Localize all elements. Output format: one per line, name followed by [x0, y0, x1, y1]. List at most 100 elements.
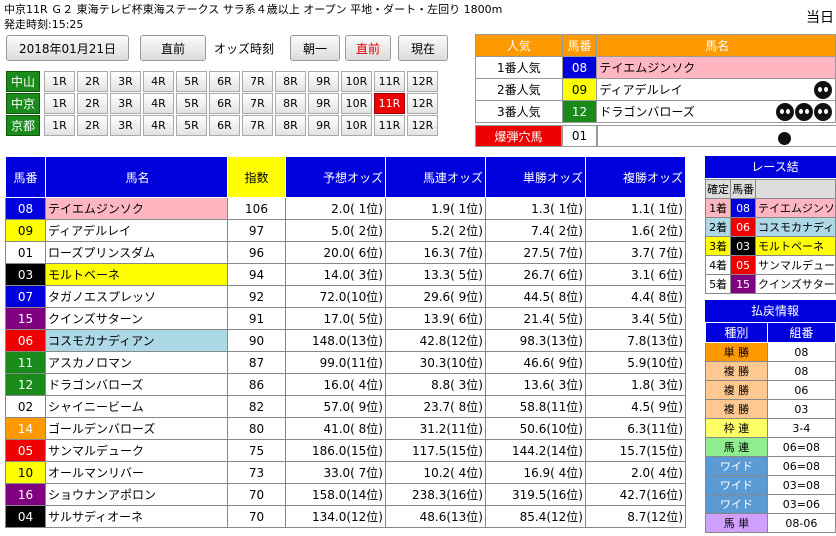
payout-combo: 3-4 [766, 418, 836, 438]
dark-horse-label: 爆弾穴馬 [475, 125, 562, 147]
prev-race-button[interactable]: 直前 [140, 35, 206, 61]
result-horse-name: モルトベーネ [754, 236, 836, 256]
race-button[interactable]: 11R [374, 93, 405, 114]
payout-type: ワイド [705, 475, 768, 495]
race-button[interactable]: 3R [110, 115, 141, 136]
odds-time-button-1[interactable]: 直前 [345, 35, 391, 61]
pop-horse-name: ディアデルレイ [596, 78, 836, 101]
race-button[interactable]: 10R [341, 71, 372, 92]
speed-index: 90 [227, 329, 286, 352]
race-button[interactable]: 9R [308, 93, 339, 114]
speed-index: 96 [227, 241, 286, 264]
payout-row: ワイド 03=06 [705, 494, 836, 514]
result-row: 2着 06 コスモカナディ [704, 217, 836, 237]
odds-cell: 1.9( 1位) [385, 197, 486, 220]
payout-title: 払戻情報 [705, 300, 836, 322]
race-button[interactable]: 4R [143, 115, 174, 136]
skull-icon [776, 103, 794, 121]
race-button[interactable]: 4R [143, 93, 174, 114]
odds-time-button-0[interactable]: 朝一 [290, 35, 340, 61]
race-button[interactable]: 1R [44, 115, 75, 136]
race-button[interactable]: 2R [77, 115, 108, 136]
table-row: 15 クインズサターン 91 17.0( 5位) 13.9( 6位) 21.4( 5位) 3… [5, 307, 686, 330]
result-horse-no: 06 [730, 217, 756, 237]
race-button[interactable]: 3R [110, 93, 141, 114]
payout-type: 複 勝 [705, 361, 768, 381]
table-row: 02 シャイニービーム 82 57.0( 9位) 23.7( 8位) 58.8(11位) 4… [5, 395, 686, 418]
race-button[interactable]: 8R [275, 115, 306, 136]
race-button[interactable]: 9R [308, 115, 339, 136]
pop-horse-no: 12 [561, 100, 598, 123]
odds-time-button-2[interactable]: 現在 [398, 35, 448, 61]
odds-cell: 31.2(11位) [385, 417, 486, 440]
race-button[interactable]: 11R [374, 71, 405, 92]
horse-number: 15 [5, 307, 46, 330]
odds-cell: 16.0( 4位) [285, 373, 386, 396]
odds-cell: 1.3( 1位) [485, 197, 586, 220]
race-button[interactable]: 1R [44, 93, 75, 114]
speed-index: 75 [227, 439, 286, 462]
table-row: 04 サルサディオーネ 70 134.0(12位) 48.6(13位) 85.4(12位)… [5, 505, 686, 528]
horse-name: タガノエスプレッソ [45, 285, 228, 308]
venue-row: 京都 1R 2R 3R 4R 5R 6R 7R 8R 9R 10R 11R 12R [6, 115, 440, 136]
race-button[interactable]: 12R [407, 93, 438, 114]
result-header-name [754, 179, 836, 199]
race-button[interactable]: 6R [209, 93, 240, 114]
horse-name: サルサディオーネ [45, 505, 228, 528]
race-button[interactable]: 1R [44, 71, 75, 92]
odds-cell: 8.8( 3位) [385, 373, 486, 396]
odds-cell: 27.5( 7位) [485, 241, 586, 264]
odds-header: 予想オッズ [285, 156, 386, 198]
horse-number: 16 [5, 483, 46, 506]
race-button[interactable]: 7R [242, 71, 273, 92]
speed-index: 73 [227, 461, 286, 484]
payout-header-type: 種別 [705, 322, 768, 343]
horse-number: 03 [5, 263, 46, 286]
horse-number: 11 [5, 351, 46, 374]
race-button[interactable]: 10R [341, 93, 372, 114]
odds-header: 指数 [227, 156, 286, 198]
horse-number: 07 [5, 285, 46, 308]
race-button[interactable]: 11R [374, 115, 405, 136]
table-row: 14 ゴールデンバローズ 80 41.0( 8位) 31.2(11位) 50.6(10位)… [5, 417, 686, 440]
race-button[interactable]: 4R [143, 71, 174, 92]
race-button[interactable]: 7R [242, 93, 273, 114]
race-button[interactable]: 8R [275, 71, 306, 92]
race-button[interactable]: 6R [209, 71, 240, 92]
speed-index: 87 [227, 351, 286, 374]
speed-index: 86 [227, 373, 286, 396]
table-row: 01 ローズプリンスダム 96 20.0( 6位) 16.3( 7位) 27.5( 7位)… [5, 241, 686, 264]
pop-header-no: 馬番 [561, 34, 598, 57]
race-button[interactable]: 5R [176, 115, 207, 136]
skull-group [813, 81, 832, 99]
pop-header-rank: 人気 [475, 34, 563, 57]
race-button[interactable]: 5R [176, 71, 207, 92]
pop-horse-no: 08 [561, 56, 598, 79]
odds-cell: 186.0(15位) [285, 439, 386, 462]
horse-name: ショウナンアポロン [45, 483, 228, 506]
horse-name: コスモカナディアン [45, 329, 228, 352]
dark-horse-name [597, 125, 836, 147]
pop-horse-name: テイエムジンソク [596, 56, 836, 79]
race-button[interactable]: 12R [407, 71, 438, 92]
odds-header: 馬連オッズ [385, 156, 486, 198]
race-button[interactable]: 5R [176, 93, 207, 114]
pop-horse-no: 09 [561, 78, 598, 101]
odds-cell: 148.0(13位) [285, 329, 386, 352]
race-button[interactable]: 3R [110, 71, 141, 92]
race-button[interactable]: 12R [407, 115, 438, 136]
race-button[interactable]: 8R [275, 93, 306, 114]
odds-header: 単勝オッズ [485, 156, 586, 198]
odds-cell: 10.2( 4位) [385, 461, 486, 484]
skull-icon [814, 81, 832, 99]
race-button[interactable]: 10R [341, 115, 372, 136]
payout-combo: 03=08 [766, 475, 836, 495]
date-button[interactable]: 2018年01月21日 [6, 35, 129, 61]
race-button[interactable]: 6R [209, 115, 240, 136]
race-button[interactable]: 2R [77, 71, 108, 92]
race-button[interactable]: 9R [308, 71, 339, 92]
race-button[interactable]: 2R [77, 93, 108, 114]
race-button[interactable]: 7R [242, 115, 273, 136]
odds-cell: 57.0( 9位) [285, 395, 386, 418]
odds-header: 馬名 [45, 156, 228, 198]
